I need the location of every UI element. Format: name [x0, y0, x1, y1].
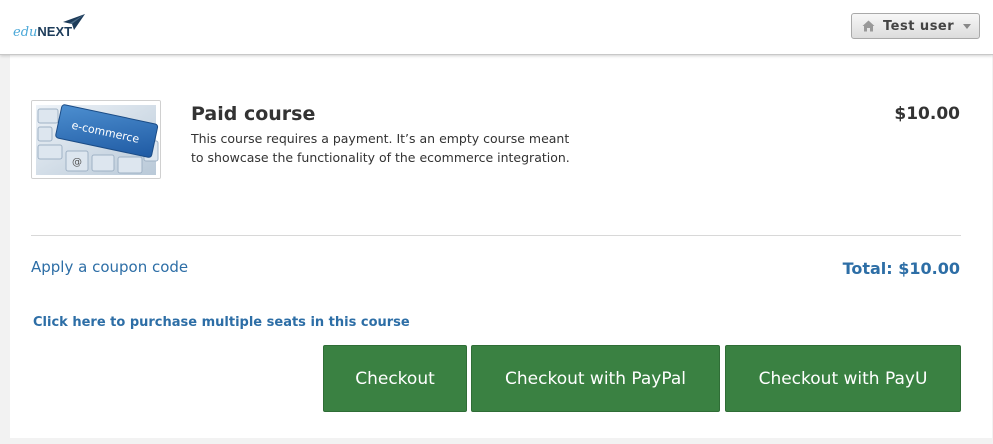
logo-edu: edu [13, 25, 38, 40]
checkout-button[interactable]: Checkout [323, 345, 467, 412]
site-header: eduNEXT Test user [0, 0, 993, 55]
checkout-payu-button[interactable]: Checkout with PayU [725, 345, 961, 412]
order-total: Total: $10.00 [842, 259, 960, 278]
home-icon [862, 20, 875, 32]
svg-text:@: @ [72, 157, 82, 168]
course-title: Paid course [191, 103, 316, 125]
user-name: Test user [883, 18, 955, 34]
logo-text: eduNEXT [13, 24, 72, 40]
course-description: This course requires a payment. It’s an … [191, 131, 570, 165]
edunext-logo[interactable]: eduNEXT [10, 12, 90, 44]
purchase-multiple-seats-link[interactable]: Click here to purchase multiple seats in… [33, 315, 410, 330]
basket-card: @ e-commerce Paid course This course req… [10, 55, 992, 438]
checkout-paypal-button[interactable]: Checkout with PayPal [471, 345, 720, 412]
logo-next: NEXT [37, 24, 73, 39]
divider [31, 235, 961, 236]
course-price: $10.00 [894, 104, 960, 124]
user-menu-button[interactable]: Test user [851, 13, 980, 39]
apply-coupon-link[interactable]: Apply a coupon code [31, 258, 188, 276]
course-image: @ e-commerce [31, 100, 161, 179]
chevron-down-icon [963, 24, 971, 29]
